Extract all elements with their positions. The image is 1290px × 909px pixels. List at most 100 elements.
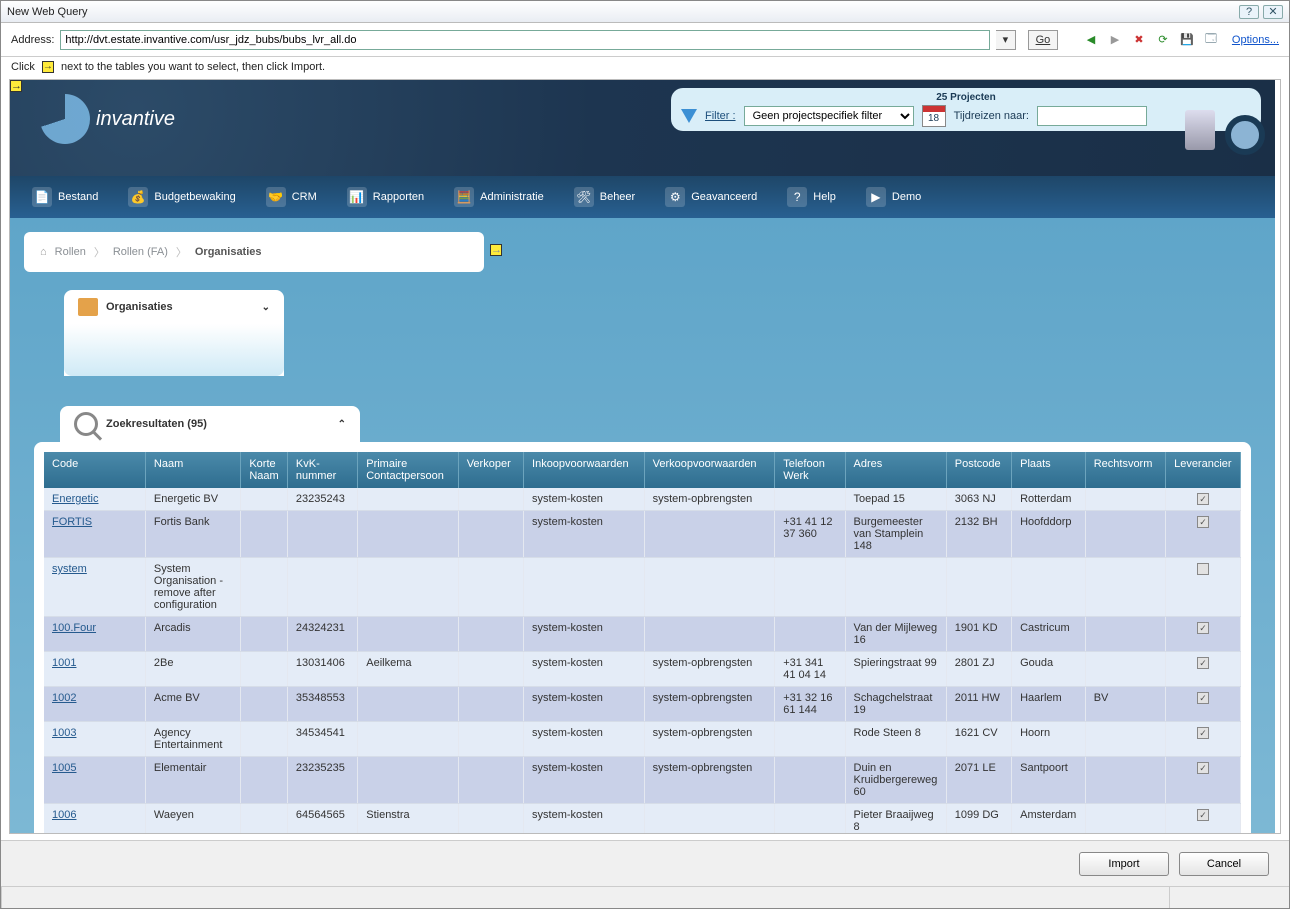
breadcrumb: ⌂ Rollen 〉 Rollen (FA) 〉 Organisaties → [24,232,484,272]
table-row[interactable]: FORTISFortis Banksystem-kosten+31 41 12 … [44,511,1241,558]
col-header[interactable]: KvK-nummer [287,452,357,488]
brand-name: invantive [96,108,175,131]
table-row[interactable]: systemSystem Organisation - remove after… [44,558,1241,617]
code-link[interactable]: FORTIS [52,516,92,528]
tijdreizen-label: Tijdreizen naar: [954,110,1029,122]
leverancier-checkbox[interactable]: ✓ [1197,692,1209,704]
menu-crm[interactable]: 🤝CRM [252,181,331,213]
leverancier-checkbox[interactable]: ✓ [1197,657,1209,669]
address-dropdown-icon[interactable]: ▾ [996,30,1016,50]
select-table-marker-breadcrumb[interactable]: → [490,244,502,256]
go-button[interactable]: Go [1028,30,1058,50]
table-row[interactable]: 10012Be13031406Aeilkemasystem-kostensyst… [44,652,1241,687]
main-menu: 📄Bestand💰Budgetbewaking🤝CRM📊Rapporten🧮Ad… [10,176,1275,218]
organisaties-tab-label: Organisaties [106,301,173,313]
col-header[interactable]: Naam [145,452,240,488]
chevron-down-icon[interactable]: ⌄ [262,302,270,313]
beheer-icon: 🛠 [574,187,594,207]
workarea: ⌂ Rollen 〉 Rollen (FA) 〉 Organisaties → … [10,218,1275,834]
table-row[interactable]: EnergeticEnergetic BV23235243system-kost… [44,488,1241,511]
budgetbewaking-icon: 💰 [128,187,148,207]
code-link[interactable]: 100.Four [52,622,96,634]
col-header[interactable]: Verkoopvoorwaarden [644,452,775,488]
code-link[interactable]: 1001 [52,657,76,669]
menu-geavanceerd[interactable]: ⚙Geavanceerd [651,181,771,213]
code-link[interactable]: 1006 [52,809,76,821]
new-web-query-dialog: New Web Query ? ✕ Address: ▾ Go ◀ ▶ ✖ ⟳ … [0,0,1290,909]
address-bar: Address: ▾ Go ◀ ▶ ✖ ⟳ 💾 🗔 Options... [1,23,1289,57]
forward-icon[interactable]: ▶ [1106,31,1124,49]
col-header[interactable]: Rechtsvorm [1085,452,1165,488]
project-count: 25 Projecten [681,92,1251,103]
chevron-up-icon[interactable]: ⌃ [338,419,346,430]
address-input[interactable] [60,30,990,50]
organisaties-panel: Organisaties ⌄ [64,290,284,376]
menu-help[interactable]: ?Help [773,181,850,213]
code-link[interactable]: system [52,563,87,575]
cancel-button[interactable]: Cancel [1179,852,1269,876]
col-header[interactable]: Inkoopvoorwaarden [524,452,645,488]
table-row[interactable]: 1003Agency Entertainment34534541system-k… [44,722,1241,757]
search-icon [74,412,98,436]
col-header[interactable]: Postcode [946,452,1011,488]
results-title: Zoekresultaten (95) [106,418,207,430]
breadcrumb-current: Organisaties [195,246,262,258]
leverancier-checkbox[interactable]: ✓ [1197,809,1209,821]
select-table-marker[interactable]: → [10,80,22,92]
code-link[interactable]: Energetic [52,493,98,505]
web-content-frame[interactable]: → invantive 25 Projecten Filter : Geen p… [9,79,1281,834]
calendar-icon[interactable]: 18 [922,105,946,127]
table-row[interactable]: 1006Waeyen64564565Stienstrasystem-kosten… [44,804,1241,834]
close-icon[interactable]: ✕ [1263,5,1283,19]
col-header[interactable]: Verkoper [458,452,523,488]
invantive-app: invantive 25 Projecten Filter : Geen pro… [10,80,1275,834]
options-link[interactable]: Options... [1232,34,1279,46]
leverancier-checkbox[interactable]: ✓ [1197,762,1209,774]
leverancier-checkbox[interactable]: ✓ [1197,516,1209,528]
stop-icon[interactable]: ✖ [1130,31,1148,49]
col-header[interactable]: Korte Naam [241,452,288,488]
options-icon[interactable]: 🗔 [1202,31,1220,49]
breadcrumb-level2[interactable]: Rollen (FA) [113,246,168,258]
col-header[interactable]: Adres [845,452,946,488]
table-row[interactable]: 1002Acme BV35348553system-kostensystem-o… [44,687,1241,722]
table-row[interactable]: 100.FourArcadis24324231system-kostenVan … [44,617,1241,652]
leverancier-checkbox[interactable]: ✓ [1197,622,1209,634]
leverancier-checkbox[interactable]: ✓ [1197,493,1209,505]
col-header[interactable]: Code [44,452,145,488]
menu-budgetbewaking[interactable]: 💰Budgetbewaking [114,181,249,213]
project-filter-bar: 25 Projecten Filter : Geen projectspecif… [671,88,1261,131]
rapporten-icon: 📊 [347,187,367,207]
bestand-icon: 📄 [32,187,52,207]
col-header[interactable]: Plaats [1012,452,1086,488]
code-link[interactable]: 1003 [52,727,76,739]
menu-administratie[interactable]: 🧮Administratie [440,181,558,213]
menu-beheer[interactable]: 🛠Beheer [560,181,649,213]
server-sync-icon [1185,110,1265,170]
back-icon[interactable]: ◀ [1082,31,1100,49]
tijdreizen-input[interactable] [1037,106,1147,126]
col-header[interactable]: Primaire Contactpersoon [358,452,458,488]
results-grid: CodeNaamKorte NaamKvK-nummerPrimaire Con… [34,442,1251,834]
filter-link[interactable]: Filter : [705,110,736,122]
col-header[interactable]: Telefoon Werk [775,452,845,488]
breadcrumb-level1[interactable]: Rollen [55,246,86,258]
table-row[interactable]: 1005Elementair23235235system-kostensyste… [44,757,1241,804]
help-icon[interactable]: ? [1239,5,1259,19]
refresh-icon[interactable]: ⟳ [1154,31,1172,49]
home-icon[interactable]: ⌂ [40,246,47,258]
code-link[interactable]: 1005 [52,762,76,774]
filter-select[interactable]: Geen projectspecifiek filter [744,106,914,126]
menu-rapporten[interactable]: 📊Rapporten [333,181,438,213]
leverancier-checkbox[interactable]: ✓ [1197,727,1209,739]
instruction-text: Click → next to the tables you want to s… [1,57,1289,79]
menu-demo[interactable]: ▶Demo [852,181,935,213]
col-header[interactable]: Leverancier [1166,452,1241,488]
menu-bestand[interactable]: 📄Bestand [18,181,112,213]
code-link[interactable]: 1002 [52,692,76,704]
import-button[interactable]: Import [1079,852,1169,876]
titlebar: New Web Query ? ✕ [1,1,1289,23]
save-icon[interactable]: 💾 [1178,31,1196,49]
dialog-footer: Import Cancel [1,840,1289,886]
leverancier-checkbox[interactable] [1197,563,1209,575]
